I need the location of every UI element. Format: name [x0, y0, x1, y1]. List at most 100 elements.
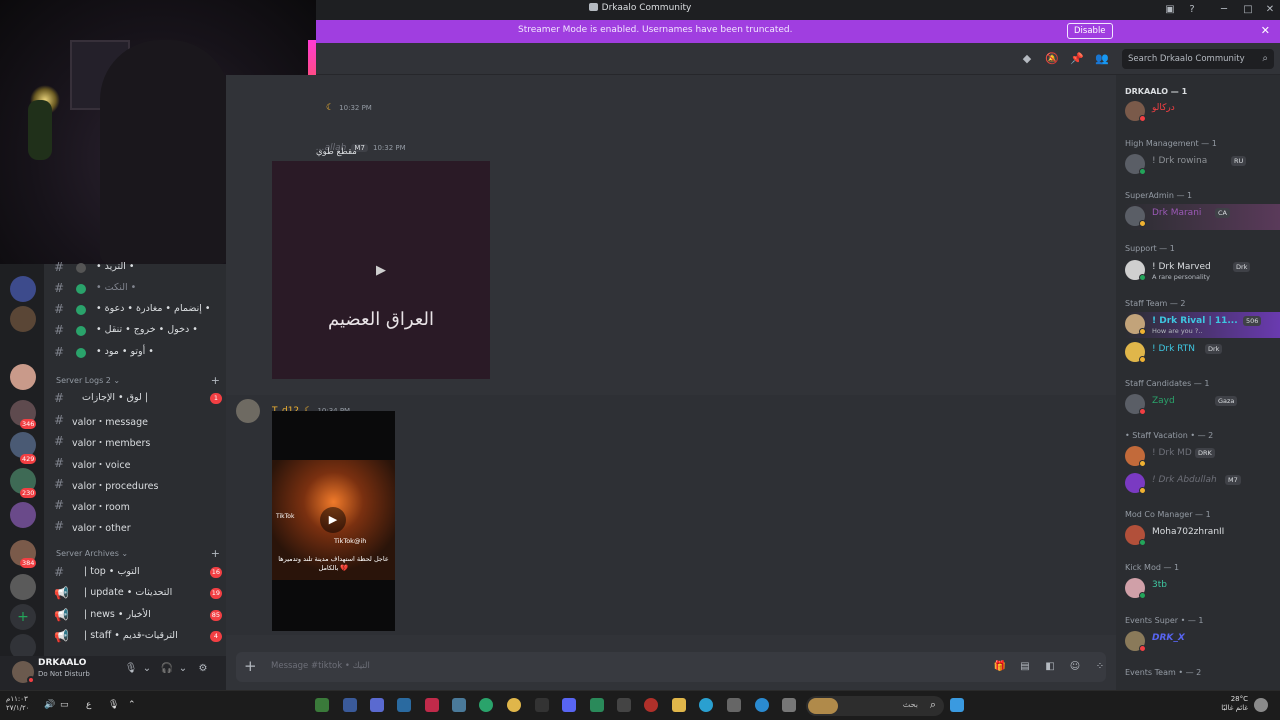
- language-indicator[interactable]: ع: [86, 700, 91, 710]
- sticker-icon[interactable]: ◧: [1043, 660, 1057, 674]
- category-server-archives[interactable]: Server Archives ⌄ +: [56, 547, 222, 563]
- weather-widget[interactable]: 28°C غائم غالبًا: [1221, 695, 1248, 713]
- taskbar-app-icon[interactable]: [452, 698, 466, 712]
- microphone-icon[interactable]: 🎙: [124, 662, 138, 676]
- channel-item[interactable]: # valor・message: [54, 411, 222, 431]
- add-attachment-icon[interactable]: +: [244, 657, 257, 675]
- idle-status-icon: [1139, 487, 1146, 494]
- gear-icon[interactable]: ⚙: [196, 662, 210, 676]
- microphone-icon[interactable]: 🎙: [108, 700, 119, 710]
- pinned-messages-icon[interactable]: 📌: [1070, 52, 1084, 66]
- chevron-down-icon[interactable]: ⌄: [140, 662, 154, 676]
- taskbar-app-icon[interactable]: [782, 698, 796, 712]
- discord-icon[interactable]: [562, 698, 576, 712]
- emoji-icon[interactable]: ☺: [1068, 660, 1082, 674]
- category-server-logs[interactable]: Server Logs 2 ⌄ +: [56, 374, 222, 390]
- server-icon[interactable]: [10, 502, 36, 528]
- channel-item[interactable]: 📢 | update • التحديثات 19: [54, 584, 222, 604]
- minimize-button[interactable]: ─: [1216, 2, 1232, 18]
- taskbar-app-icon[interactable]: [370, 698, 384, 712]
- text-channel-icon: #: [54, 281, 65, 295]
- server-icon[interactable]: [10, 364, 36, 390]
- gift-icon[interactable]: 🎁: [993, 660, 1007, 674]
- member-item[interactable]: 3tb: [1125, 576, 1280, 602]
- steam-icon[interactable]: [397, 698, 411, 712]
- help-icon[interactable]: ?: [1184, 2, 1200, 18]
- channel-item[interactable]: # • النكت •: [54, 279, 222, 299]
- taskbar-search[interactable]: بحث ⌕: [806, 696, 944, 716]
- whatsapp-icon[interactable]: [479, 698, 493, 712]
- channel-item[interactable]: # valor・room: [54, 496, 222, 516]
- server-icon[interactable]: [10, 574, 36, 600]
- video-attachment[interactable]: TikTok ▶ TikTok@ih عاجل لحظة استهداف مدي…: [272, 411, 395, 631]
- taskbar-app-icon[interactable]: [425, 698, 439, 712]
- channel-item[interactable]: # valor・procedures: [54, 475, 222, 495]
- apps-icon[interactable]: ⁘: [1093, 660, 1107, 674]
- search-input[interactable]: Search Drkaalo Community ⌕: [1122, 49, 1274, 69]
- channel-item[interactable]: # valor・other: [54, 517, 222, 537]
- channel-item[interactable]: # valor・members: [54, 432, 222, 452]
- taskbar-app-icon[interactable]: [315, 698, 329, 712]
- member-item[interactable]: Moha702zhranII: [1125, 523, 1280, 549]
- start-icon[interactable]: [950, 698, 964, 712]
- taskbar-app-icon[interactable]: [617, 698, 631, 712]
- close-banner-icon[interactable]: ✕: [1261, 24, 1270, 37]
- network-icon[interactable]: ▭: [60, 700, 69, 710]
- taskbar-app-icon[interactable]: [535, 698, 549, 712]
- add-server-icon[interactable]: +: [10, 604, 36, 630]
- play-icon[interactable]: ▶: [376, 263, 386, 278]
- member-list-icon[interactable]: 👥: [1095, 52, 1109, 66]
- play-icon[interactable]: ▶: [320, 507, 346, 533]
- member-item[interactable]: ! Drk Marved Drk A rare personality: [1125, 258, 1280, 284]
- avatar[interactable]: [236, 399, 260, 423]
- member-group-header: High Management — 1: [1125, 139, 1217, 148]
- gif-icon[interactable]: ▤: [1018, 660, 1032, 674]
- member-item[interactable]: ! Drk MD DRK: [1125, 444, 1280, 470]
- channel-item[interactable]: # • إنضمام • مغادرة • دعوة •: [54, 300, 222, 320]
- threads-icon[interactable]: ◆: [1020, 52, 1034, 66]
- member-item[interactable]: ! Drk rowina RU: [1125, 152, 1280, 178]
- channel-item[interactable]: # • التريد •: [54, 258, 222, 278]
- discord-logo-icon: [588, 3, 598, 11]
- taskbar-app-icon[interactable]: [590, 698, 604, 712]
- create-channel-icon[interactable]: +: [211, 374, 220, 387]
- member-item[interactable]: دركالو: [1125, 99, 1280, 125]
- file-explorer-icon[interactable]: [672, 698, 686, 712]
- taskbar-app-icon[interactable]: [699, 698, 713, 712]
- channel-item[interactable]: 📢 | news • الأخبار 85: [54, 606, 222, 626]
- create-channel-icon[interactable]: +: [211, 547, 220, 560]
- chrome-icon[interactable]: [507, 698, 521, 712]
- channel-item[interactable]: # • دخول • خروج • تنقل •: [54, 321, 222, 341]
- chevron-down-icon[interactable]: ⌄: [176, 662, 190, 676]
- message-composer[interactable]: + Message #tiktok • التيك 🎁 ▤ ◧ ☺ ⁘: [236, 652, 1106, 682]
- video-attachment[interactable]: ▶ العراق العضيم: [272, 161, 490, 379]
- member-item[interactable]: ! Drk Abdullah M7: [1125, 471, 1280, 497]
- member-item[interactable]: ! Drk Rival | 11... 506 How are you ?..: [1125, 312, 1280, 338]
- channel-item[interactable]: # | top • التوب 16: [54, 563, 222, 583]
- inbox-icon[interactable]: ▣: [1162, 2, 1178, 18]
- channel-item[interactable]: # valor・voice: [54, 454, 222, 474]
- taskbar-app-icon[interactable]: [644, 698, 658, 712]
- headphones-icon[interactable]: 🎧: [160, 662, 174, 676]
- member-item[interactable]: Zayd Gaza: [1125, 392, 1280, 418]
- member-item[interactable]: Drk Marani CA: [1125, 204, 1280, 230]
- channel-item[interactable]: 📢 | staff • الترقيات-قديم 4: [54, 627, 222, 647]
- taskbar-app-icon[interactable]: [343, 698, 357, 712]
- maximize-button[interactable]: □: [1240, 2, 1256, 18]
- store-icon[interactable]: [727, 698, 741, 712]
- channel-item[interactable]: # لوق • الإجازات | 1: [54, 389, 222, 409]
- announcement-channel-icon: 📢: [54, 608, 69, 622]
- edge-icon[interactable]: [755, 698, 769, 712]
- server-icon[interactable]: [10, 306, 36, 332]
- volume-icon[interactable]: 🔊: [44, 700, 55, 710]
- notification-settings-icon[interactable]: 🔕: [1045, 52, 1059, 66]
- member-item[interactable]: DRK_X: [1125, 629, 1280, 655]
- message-input[interactable]: Message #tiktok • التيك: [271, 661, 370, 671]
- text-channel-icon: #: [54, 413, 65, 427]
- disable-streamer-mode-button[interactable]: Disable: [1067, 23, 1113, 39]
- server-icon[interactable]: [10, 276, 36, 302]
- member-item[interactable]: ! Drk RTN Drk: [1125, 340, 1280, 366]
- close-window-button[interactable]: ✕: [1262, 2, 1278, 18]
- channel-item[interactable]: # • أوتو • مود •: [54, 343, 222, 363]
- chevron-up-icon[interactable]: ⌃: [128, 700, 136, 710]
